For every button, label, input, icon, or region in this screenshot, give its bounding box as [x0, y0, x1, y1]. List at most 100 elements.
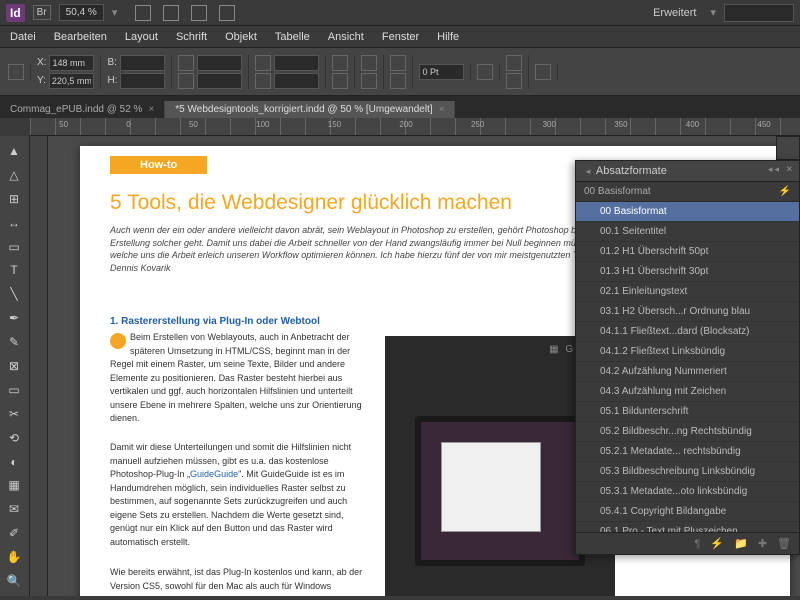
workspace-switcher[interactable]: Erweitert	[647, 5, 702, 21]
pen-tool[interactable]: ✒	[2, 307, 26, 329]
scale-x-input[interactable]	[197, 55, 242, 71]
new-folder-icon[interactable]: 📁	[734, 537, 748, 550]
style-item[interactable]: 01.3 H1 Überschrift 30pt	[576, 262, 799, 282]
new-style-icon[interactable]: ✚	[758, 537, 767, 550]
zoom-tool[interactable]: 🔍	[2, 570, 26, 592]
shear-icon[interactable]	[255, 73, 271, 89]
zoom-dropdown-icon[interactable]: ▾	[112, 6, 118, 19]
stroke-icon[interactable]	[390, 73, 406, 89]
bullet-icon	[110, 333, 126, 349]
free-transform-tool[interactable]: ⟲	[2, 427, 26, 449]
gradient-feather-tool[interactable]: ▦	[2, 474, 26, 496]
style-item[interactable]: 05.1 Bildunterschrift	[576, 402, 799, 422]
text-wrap-icon[interactable]	[506, 73, 522, 89]
eyedropper-tool[interactable]: ✐	[2, 522, 26, 544]
rectangle-frame-tool[interactable]: ⊠	[2, 355, 26, 377]
effects-icon[interactable]	[477, 64, 493, 80]
rectangle-tool[interactable]: ▭	[2, 379, 26, 401]
style-item[interactable]: 04.1.1 Fließtext...dard (Blocksatz)	[576, 322, 799, 342]
width-input[interactable]	[120, 55, 165, 71]
link-text: GuideGuide	[190, 469, 238, 479]
fill-icon[interactable]	[390, 55, 406, 71]
rotate-input[interactable]	[274, 55, 319, 71]
style-item[interactable]: 06.1 Pro - Text mit Pluszeichen	[576, 522, 799, 532]
x-label: X:	[37, 57, 46, 68]
clear-override-icon[interactable]: ⚡	[710, 537, 724, 550]
select-content-icon[interactable]	[361, 73, 377, 89]
panel-header[interactable]: Absatzformate ◂◂ ✕	[576, 161, 799, 182]
corner-icon[interactable]	[535, 64, 551, 80]
style-item[interactable]: 03.1 H2 Übersch...r Ordnung blau	[576, 302, 799, 322]
menu-fenster[interactable]: Fenster	[382, 31, 419, 43]
rotate-icon[interactable]	[255, 55, 271, 71]
bridge-icon[interactable]: Br	[33, 5, 51, 20]
stroke-weight-input[interactable]	[419, 64, 464, 80]
style-item[interactable]: 05.2 Bildbeschr...ng Rechtsbündig	[576, 422, 799, 442]
menu-bearbeiten[interactable]: Bearbeiten	[54, 31, 107, 43]
type-tool[interactable]: T	[2, 259, 26, 281]
selection-tool[interactable]: ▲	[2, 140, 26, 162]
document-tab[interactable]: *5 Webdesigntools_korrigiert.indd @ 50 %…	[165, 101, 455, 118]
vertical-ruler[interactable]	[30, 136, 48, 596]
style-item[interactable]: 01.2 H1 Überschrift 50pt	[576, 242, 799, 262]
scale-x-icon[interactable]	[178, 55, 194, 71]
search-input[interactable]	[724, 4, 794, 22]
chevron-down-icon[interactable]: ▾	[710, 6, 716, 19]
clear-overrides-icon[interactable]: ⚡	[779, 186, 791, 197]
shear-input[interactable]	[274, 73, 319, 89]
style-item[interactable]: 05.3.1 Metadate...oto linksbündig	[576, 482, 799, 502]
view-mode-icon[interactable]	[135, 5, 151, 21]
page-title: 5 Tools, die Webdesigner glücklich mache…	[110, 191, 512, 215]
style-item[interactable]: 04.2 Aufzählung Nummeriert	[576, 362, 799, 382]
collapsed-panel-icon[interactable]	[776, 136, 800, 160]
flip-h-icon[interactable]	[332, 55, 348, 71]
menu-schrift[interactable]: Schrift	[176, 31, 207, 43]
panel-menu-icon[interactable]: ◂◂ ✕	[768, 164, 795, 175]
direct-selection-tool[interactable]: △	[2, 164, 26, 186]
paragraph-groups-icon[interactable]: ¶	[694, 538, 700, 550]
menu-tabelle[interactable]: Tabelle	[275, 31, 310, 43]
delete-style-icon[interactable]: 🗑	[777, 537, 791, 550]
horizontal-ruler[interactable]: 50050100150200250300350400450	[30, 118, 800, 136]
scissors-tool[interactable]: ✂	[2, 403, 26, 425]
menu-objekt[interactable]: Objekt	[225, 31, 257, 43]
style-item[interactable]: 04.3 Aufzählung mit Zeichen	[576, 382, 799, 402]
style-item[interactable]: 02.1 Einleitungstext	[576, 282, 799, 302]
b-label: B:	[107, 57, 116, 68]
hand-tool[interactable]: ✋	[2, 546, 26, 568]
y-input[interactable]	[49, 73, 94, 89]
note-tool[interactable]: ✉	[2, 498, 26, 520]
style-item[interactable]: 05.2.1 Metadate... rechtsbündig	[576, 442, 799, 462]
select-container-icon[interactable]	[361, 55, 377, 71]
pencil-tool[interactable]: ✎	[2, 331, 26, 353]
arrange-icon[interactable]	[191, 5, 207, 21]
style-item[interactable]: 05.4.1 Copyright Bildangabe	[576, 502, 799, 522]
scale-y-input[interactable]	[197, 73, 242, 89]
line-tool[interactable]: ╲	[2, 283, 26, 305]
x-input[interactable]	[49, 55, 94, 71]
style-item[interactable]: 04.1.2 Fließtext Linksbündig	[576, 342, 799, 362]
scale-y-icon[interactable]	[178, 73, 194, 89]
text-wrap-icon[interactable]	[506, 55, 522, 71]
gap-tool[interactable]: ↔	[2, 212, 26, 234]
style-item[interactable]: 05.3 Bildbeschreibung Linksbündig	[576, 462, 799, 482]
menu-ansicht[interactable]: Ansicht	[328, 31, 364, 43]
height-input[interactable]	[120, 73, 165, 89]
menu-layout[interactable]: Layout	[125, 31, 158, 43]
page-tool[interactable]: ⊞	[2, 188, 26, 210]
gradient-swatch-tool[interactable]: ◐	[2, 451, 26, 473]
menu-hilfe[interactable]: Hilfe	[437, 31, 459, 43]
content-collector-tool[interactable]: ▭	[2, 236, 26, 258]
zoom-level[interactable]: 50,4 %	[59, 4, 104, 21]
reference-point-icon[interactable]	[8, 64, 24, 80]
style-item[interactable]: 00.1 Seitentitel	[576, 222, 799, 242]
screen-mode-icon[interactable]	[219, 5, 235, 21]
close-icon[interactable]: ×	[439, 104, 445, 115]
flip-v-icon[interactable]	[332, 73, 348, 89]
document-tab[interactable]: Commag_ePUB.indd @ 52 %×	[0, 101, 165, 118]
view-mode-icon[interactable]	[163, 5, 179, 21]
close-icon[interactable]: ×	[148, 104, 154, 115]
current-style-row: 00 Basisformat ⚡	[576, 182, 799, 202]
style-item[interactable]: 00 Basisformat	[576, 202, 799, 222]
menu-datei[interactable]: Datei	[10, 31, 36, 43]
